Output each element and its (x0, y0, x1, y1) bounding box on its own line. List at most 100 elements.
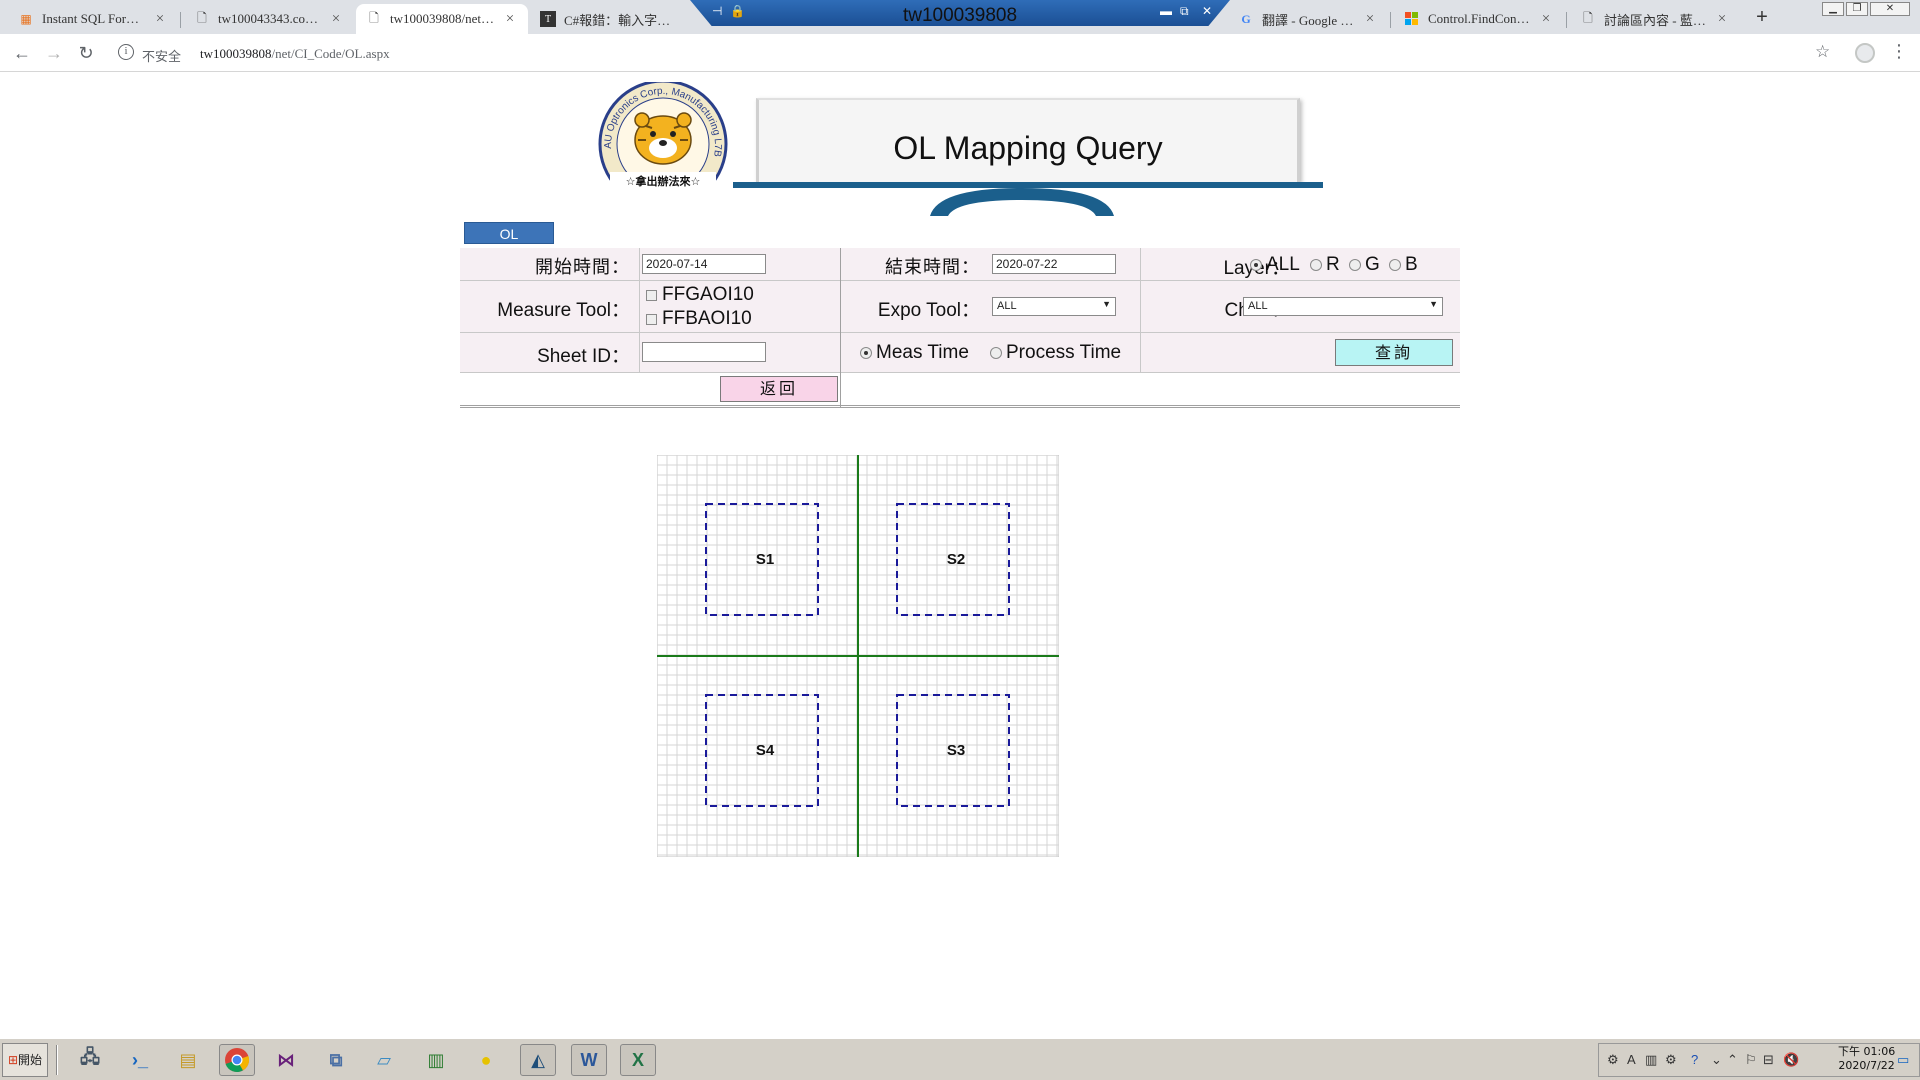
reload-button[interactable]: ↻ (74, 41, 98, 65)
sql-server-icon[interactable]: ◭ (520, 1044, 556, 1076)
clock-date: 2020/7/22 (1838, 1059, 1895, 1072)
tab-ol-aspx[interactable]: 🗋 tw100039808/net/CI_Code/OL.aspx × (356, 4, 528, 34)
measure-tool-checkbox-2[interactable]: FFBAOI10 (646, 308, 752, 330)
back-button-form[interactable]: 返回 (720, 376, 838, 402)
time-radio-meas[interactable]: Meas Time (860, 342, 969, 364)
start-time-input[interactable] (642, 254, 766, 274)
tab-title: tw100039808/net/CI_Code/OL.aspx (390, 11, 496, 26)
visual-studio-icon[interactable]: ⋈ (268, 1044, 304, 1076)
sheet-id-input[interactable] (642, 342, 766, 362)
chart-value: ALL (1248, 300, 1268, 312)
file-explorer-icon[interactable]: ▤ (170, 1044, 206, 1076)
close-icon[interactable]: ✕ (1202, 4, 1212, 18)
tab-google-translate[interactable]: G 翻譯 - Google 搜尋 × (1228, 4, 1388, 34)
form-row-sheet: Sheet ID： Meas Time Process Time 查詢 (460, 333, 1460, 373)
measure-tool-checkbox-1[interactable]: FFGAOI10 (646, 284, 754, 306)
chart-app-icon[interactable]: ▥ (418, 1044, 454, 1076)
back-button[interactable]: ← (10, 41, 34, 65)
ime-icon[interactable]: ▥ (1645, 1052, 1657, 1068)
url-text[interactable]: tw100039808/net/CI_Code/OL.aspx (200, 46, 390, 62)
form-row-actions: 返回 (460, 373, 1460, 408)
chrome-icon[interactable] (219, 1044, 255, 1076)
excel-icon[interactable]: X (620, 1044, 656, 1076)
forward-button[interactable]: → (42, 41, 66, 65)
help-icon[interactable]: ? (1691, 1052, 1698, 1067)
measure-tool-name: FFBAOI10 (662, 308, 752, 329)
minimize-icon[interactable]: ▬ (1160, 4, 1172, 18)
tab-title: C#報錯：輸入字串格式不正確 (564, 12, 680, 28)
display-icon[interactable]: ⊟ (1763, 1052, 1774, 1068)
settings-icon[interactable]: ⚙ (1665, 1052, 1677, 1068)
remote-desktop-icon[interactable]: ⧉ (318, 1044, 354, 1076)
volume-icon[interactable]: 🔇 (1783, 1052, 1799, 1068)
word-icon[interactable]: W (571, 1044, 607, 1076)
end-time-input[interactable] (992, 254, 1116, 274)
tab-title: tw100043343.corpnet.auo.com (218, 11, 322, 26)
profile-avatar[interactable] (1855, 43, 1875, 63)
layer-option-r: R (1326, 254, 1340, 275)
layer-radio-all[interactable]: ALL (1250, 254, 1300, 276)
title-arch-decoration (928, 188, 1116, 216)
network-icon[interactable]: ⚙ (1607, 1052, 1619, 1068)
radio-icon (1349, 259, 1361, 271)
notepad-icon[interactable]: ▱ (366, 1044, 402, 1076)
radio-selected-icon (1250, 259, 1262, 271)
layer-radio-g[interactable]: G (1349, 254, 1380, 276)
layer-radio-b[interactable]: B (1389, 254, 1418, 276)
notification-icon[interactable]: ▭ (1897, 1052, 1909, 1068)
checkbox-icon (646, 313, 657, 325)
sql-formatter-icon: ▦ (20, 11, 32, 26)
close-icon[interactable]: × (1538, 11, 1554, 28)
radio-selected-icon (860, 347, 872, 359)
flag-icon[interactable]: ⚐ (1745, 1052, 1757, 1068)
sticky-app-icon[interactable]: ● (468, 1044, 504, 1076)
remote-desktop-title: tw100039808 (902, 5, 1018, 26)
window-close-button[interactable]: ✕ (1870, 2, 1910, 16)
browser-menu-icon[interactable]: ⋮ (1890, 41, 1908, 62)
close-icon[interactable]: × (328, 11, 344, 28)
page-icon: 🗋 (369, 10, 379, 25)
bookmark-star-icon[interactable]: ☆ (1815, 42, 1830, 62)
tab-csharp-error[interactable]: T C#報錯：輸入字串格式不正確 (530, 4, 690, 34)
query-button[interactable]: 查詢 (1335, 339, 1453, 366)
tab-instant-sql-formatter[interactable]: ▦ Instant SQL Formatter × (8, 4, 178, 34)
radio-icon (990, 347, 1002, 359)
window-restore-button[interactable]: ❐ (1846, 2, 1868, 16)
window-minimize-button[interactable]: ▁ (1822, 2, 1844, 16)
server-manager-icon[interactable]: 🖧 (72, 1044, 108, 1076)
close-icon[interactable]: × (1362, 11, 1378, 28)
language-icon[interactable]: A (1627, 1052, 1636, 1067)
close-icon[interactable]: × (502, 11, 518, 28)
time-radio-process[interactable]: Process Time (990, 342, 1121, 364)
powershell-icon[interactable]: ›_ (122, 1044, 158, 1076)
tab-findcontrol[interactable]: Control.FindControl Method × (1394, 4, 1564, 34)
tab-ol[interactable]: OL (464, 222, 554, 244)
quadrant-label-s1: S1 (756, 551, 774, 568)
time-option-process: Process Time (1006, 342, 1122, 363)
taskbar-clock[interactable]: 下午 01:06 2020/7/22 (1838, 1045, 1895, 1073)
options-icon[interactable]: ⌄ (1711, 1052, 1722, 1068)
measure-tool-name: FFGAOI10 (662, 284, 754, 305)
tab-tw100043343[interactable]: 🗋 tw100043343.corpnet.auo.com × (184, 4, 354, 34)
page-title: OL Mapping Query (893, 130, 1163, 166)
layer-option-g: G (1365, 254, 1380, 275)
layer-option-b: B (1405, 254, 1418, 275)
dropdown-arrow-icon: ▼ (1429, 299, 1438, 309)
info-icon[interactable]: i (118, 44, 134, 60)
address-bar[interactable]: i 不安全 tw100039808/net/CI_Code/OL.aspx (110, 38, 1830, 68)
layer-radio-r[interactable]: R (1310, 254, 1340, 276)
chart-select[interactable]: ALL ▼ (1243, 297, 1443, 316)
page-title-box: OL Mapping Query (756, 98, 1300, 182)
close-icon[interactable]: × (1714, 11, 1730, 28)
close-icon[interactable]: × (152, 11, 168, 28)
expo-tool-select[interactable]: ALL ▼ (992, 297, 1116, 316)
quadrant-label-s4: S4 (756, 742, 775, 759)
start-button[interactable]: ⊞開始 (2, 1043, 48, 1077)
windows-logo-icon: ⊞ (7, 1053, 19, 1067)
tab-discussion[interactable]: 🗋 討論區內容 - 藍色小舖 × (1570, 4, 1740, 34)
blog-icon: T (540, 11, 556, 27)
new-tab-button[interactable]: + (1750, 6, 1774, 30)
restore-icon[interactable]: ⧉ (1180, 4, 1189, 19)
tab-title: Instant SQL Formatter (42, 11, 146, 26)
show-hidden-icons[interactable]: ⌃ (1727, 1052, 1738, 1068)
